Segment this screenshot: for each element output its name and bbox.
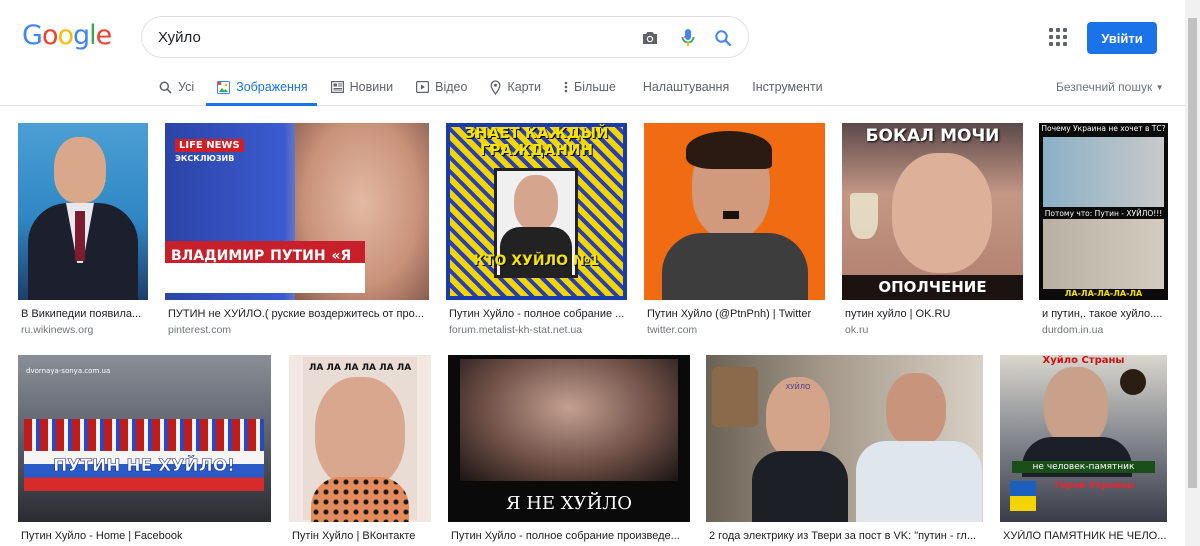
- tab-label: Зображення: [236, 80, 308, 94]
- result-tile[interactable]: БОКАЛ МОЧИ ОПОЛЧЕНИЕ ДОНБАСС путин хуйло…: [842, 123, 1023, 338]
- result-tile[interactable]: ХУЙЛО 2 года электрику из Твери за пост …: [706, 355, 983, 546]
- overlay-text: БОКАЛ МОЧИ: [865, 126, 1000, 146]
- result-source: forum.metalist-kh-stat.net.ua: [449, 324, 583, 336]
- google-logo[interactable]: Google: [22, 20, 112, 51]
- result-image[interactable]: Хуйло Страны не человек-памятник Герой У…: [1000, 355, 1167, 522]
- result-tile[interactable]: ЗНАЕТ КАЖДЫЙ ГРАЖДАНИН КТО ХУЙЛО №1 Пути…: [446, 123, 627, 338]
- tab-label: Карти: [507, 80, 542, 94]
- tab-label: Усі: [178, 80, 195, 94]
- microphone-icon[interactable]: [676, 26, 700, 50]
- sign-in-button[interactable]: Увійти: [1087, 22, 1157, 54]
- tab-label: Більше: [574, 80, 616, 94]
- overlay-text: Герой Украины: [1054, 481, 1136, 491]
- tab-label: Інструменти: [752, 80, 823, 94]
- result-caption[interactable]: Путін Хуйло | ВКонтакте: [292, 530, 432, 542]
- overlay-text: Хуйло Страны: [1042, 355, 1125, 366]
- more-vert-icon: [564, 81, 568, 93]
- result-caption[interactable]: ХУЙЛО ПАМЯТНИК НЕ ЧЕЛО...: [1003, 530, 1168, 542]
- tab-videos[interactable]: Відео: [415, 70, 468, 104]
- tab-images[interactable]: Зображення: [206, 70, 318, 106]
- result-caption[interactable]: Путин Хуйло - Home | Facebook: [21, 530, 272, 542]
- result-caption[interactable]: Путин Хуйло (@PtnPnh) | Twitter: [647, 308, 826, 320]
- result-tile[interactable]: Путин Хуйло (@PtnPnh) | Twitter twitter.…: [644, 123, 825, 338]
- result-source: twitter.com: [647, 324, 698, 336]
- tab-more[interactable]: Більше: [563, 70, 617, 104]
- result-caption[interactable]: и путин,. такое хуйло....: [1042, 308, 1169, 320]
- overlay-text: ЗНАЕТ КАЖДЫЙ ГРАЖДАНИН: [464, 124, 609, 159]
- overlay-text: КТО ХУЙЛО №1: [473, 253, 600, 269]
- search-box: [141, 16, 749, 58]
- apps-grid-icon[interactable]: [1049, 28, 1067, 46]
- overlay-text: LIFE NEWS: [175, 139, 244, 152]
- tab-label: Новини: [349, 80, 394, 94]
- result-image[interactable]: [18, 123, 148, 300]
- overlay-text: ПУТИН НЕ ХУЙЛО!: [53, 456, 235, 477]
- map-pin-icon: [490, 79, 501, 95]
- result-image[interactable]: Я НЕ ХУЙЛО: [448, 355, 690, 522]
- result-image[interactable]: ЗНАЕТ КАЖДЫЙ ГРАЖДАНИН КТО ХУЙЛО №1: [446, 123, 627, 300]
- safe-search-label: Безпечний пошук: [1056, 80, 1153, 94]
- overlay-text: ЭКСКЛЮЗИВ: [175, 154, 235, 163]
- overlay-text: ЛА-ЛА-ЛА-ЛА-ЛА: [1064, 289, 1143, 298]
- scrollbar-thumb[interactable]: [1188, 18, 1197, 488]
- result-tile[interactable]: Почему Украина не хочет в ТС? Потому что…: [1039, 123, 1168, 338]
- scrollbar[interactable]: [1185, 0, 1200, 546]
- overlay-text: Почему Украина не хочет в ТС?: [1041, 124, 1166, 133]
- image-icon: [217, 80, 231, 94]
- tab-maps[interactable]: Карти: [489, 70, 542, 104]
- result-source: ru.wikinews.org: [21, 324, 94, 336]
- overlay-text: ВЛАДИМИР ПУТИН «Я НЕ ХУЙЛО!»: [165, 241, 365, 293]
- result-image[interactable]: ЛА ЛА ЛА ЛА ЛА ЛА: [289, 355, 431, 522]
- search-input[interactable]: [158, 26, 628, 48]
- result-image[interactable]: ПУТИН НЕ ХУЙЛО! dvornaya-sonya.com.ua: [18, 355, 271, 522]
- result-tile[interactable]: Я НЕ ХУЙЛО Путин Хуйло - полное собрание…: [448, 355, 690, 546]
- search-icon[interactable]: [711, 26, 735, 50]
- result-image[interactable]: [644, 123, 825, 300]
- result-tile[interactable]: ПУТИН НЕ ХУЙЛО! dvornaya-sonya.com.ua Пу…: [18, 355, 271, 546]
- caret-down-icon: ▼: [1155, 83, 1164, 92]
- result-image[interactable]: ХУЙЛО: [706, 355, 983, 522]
- tab-all[interactable]: Усі: [158, 70, 195, 104]
- tab-label: Відео: [435, 80, 468, 94]
- result-caption[interactable]: ПУТИН не ХУЙЛО.( руские воздержитесь от …: [168, 308, 430, 320]
- result-source: pinterest.com: [168, 324, 232, 336]
- result-tile[interactable]: LIFE NEWS ЭКСКЛЮЗИВ ВЛАДИМИР ПУТИН «Я НЕ…: [165, 123, 429, 338]
- header: Google Увійти Усі Зображення Новини: [0, 0, 1200, 106]
- result-caption[interactable]: путин хуйло | OK.RU: [845, 308, 1024, 320]
- result-image[interactable]: Почему Украина не хочет в ТС? Потому что…: [1039, 123, 1168, 300]
- tab-label: Налаштування: [642, 80, 730, 94]
- result-tile[interactable]: Хуйло Страны не человек-памятник Герой У…: [1000, 355, 1167, 546]
- result-caption[interactable]: Путин Хуйло - полное собрание ...: [449, 308, 628, 320]
- video-icon: [416, 81, 430, 93]
- result-source: durdom.in.ua: [1042, 324, 1104, 336]
- result-image[interactable]: LIFE NEWS ЭКСКЛЮЗИВ ВЛАДИМИР ПУТИН «Я НЕ…: [165, 123, 429, 300]
- tab-settings[interactable]: Налаштування: [642, 70, 730, 104]
- result-caption[interactable]: Путин Хуйло - полное собрание произведе.…: [451, 530, 691, 542]
- result-tile[interactable]: ЛА ЛА ЛА ЛА ЛА ЛА Путін Хуйло | ВКонтакт…: [289, 355, 431, 546]
- result-caption[interactable]: 2 года электрику из Твери за пост в VK: …: [709, 530, 984, 542]
- overlay-text: не человек-памятник: [1012, 461, 1155, 473]
- overlay-text: Я НЕ ХУЙЛО: [505, 493, 633, 514]
- camera-icon[interactable]: [638, 26, 662, 50]
- overlay-text: dvornaya-sonya.com.ua: [26, 367, 111, 375]
- safe-search-dropdown[interactable]: Безпечний пошук ▼: [1056, 80, 1164, 94]
- search-icon: [159, 81, 172, 94]
- overlay-text: ЛА ЛА ЛА ЛА ЛА ЛА: [308, 363, 412, 373]
- search-tabs: Усі Зображення Новини Відео Карти Більше…: [158, 70, 845, 106]
- result-caption[interactable]: В Википедии появила...: [21, 308, 149, 320]
- overlay-text: Потому что: Путин - ХУЙЛО!!!: [1044, 209, 1163, 218]
- result-tile[interactable]: В Википедии появила... ru.wikinews.org: [18, 123, 148, 338]
- result-image[interactable]: БОКАЛ МОЧИ ОПОЛЧЕНИЕ ДОНБАСС: [842, 123, 1023, 300]
- result-source: ok.ru: [845, 324, 869, 336]
- news-icon: [330, 81, 344, 93]
- tab-tools[interactable]: Інструменти: [751, 70, 823, 104]
- overlay-text: ОПОЛЧЕНИЕ ДОНБАСС: [842, 275, 1023, 300]
- tab-news[interactable]: Новини: [330, 70, 395, 104]
- overlay-text: ХУЙЛО: [785, 383, 811, 391]
